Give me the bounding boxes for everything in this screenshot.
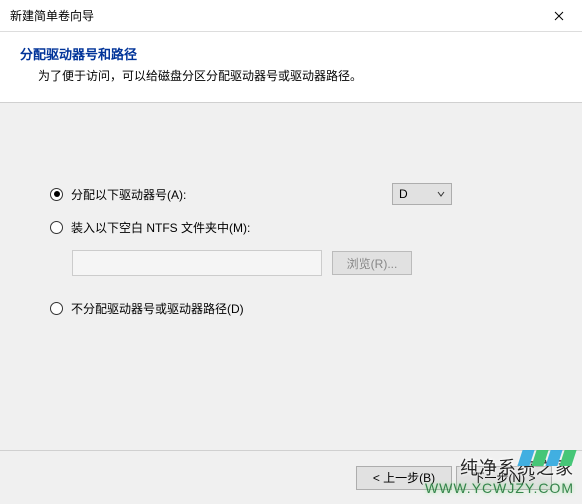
radio-mount-folder-label: 装入以下空白 NTFS 文件夹中(M): — [71, 219, 250, 236]
wizard-footer: < 上一步(B) 下一步(N) > — [0, 450, 582, 504]
mount-path-input — [72, 250, 322, 276]
close-button[interactable] — [536, 0, 582, 32]
mount-path-row: 浏览(R)... — [50, 250, 532, 276]
radio-assign-letter-label: 分配以下驱动器号(A): — [71, 186, 186, 203]
content-area: 分配以下驱动器号(A): D 装入以下空白 NTFS 文件夹中(M): 浏览(R… — [0, 103, 582, 351]
titlebar: 新建简单卷向导 — [0, 0, 582, 32]
radio-no-assign-label: 不分配驱动器号或驱动器路径(D) — [71, 300, 244, 317]
radio-assign-letter[interactable] — [50, 188, 63, 201]
page-title: 分配驱动器号和路径 — [20, 44, 562, 63]
option-assign-letter[interactable]: 分配以下驱动器号(A): D — [50, 183, 532, 205]
back-button[interactable]: < 上一步(B) — [356, 466, 452, 490]
wizard-header: 分配驱动器号和路径 为了便于访问，可以给磁盘分区分配驱动器号或驱动器路径。 — [0, 32, 582, 103]
radio-mount-folder[interactable] — [50, 221, 63, 234]
browse-button: 浏览(R)... — [332, 251, 412, 275]
drive-letter-value: D — [399, 187, 408, 201]
chevron-down-icon — [437, 190, 445, 198]
page-subtitle: 为了便于访问，可以给磁盘分区分配驱动器号或驱动器路径。 — [20, 67, 562, 84]
option-no-assign[interactable]: 不分配驱动器号或驱动器路径(D) — [50, 300, 532, 317]
option-mount-folder[interactable]: 装入以下空白 NTFS 文件夹中(M): — [50, 219, 532, 236]
radio-no-assign[interactable] — [50, 302, 63, 315]
next-button[interactable]: 下一步(N) > — [456, 466, 552, 490]
window-title: 新建简单卷向导 — [10, 7, 94, 24]
close-icon — [554, 11, 564, 21]
drive-letter-select[interactable]: D — [392, 183, 452, 205]
